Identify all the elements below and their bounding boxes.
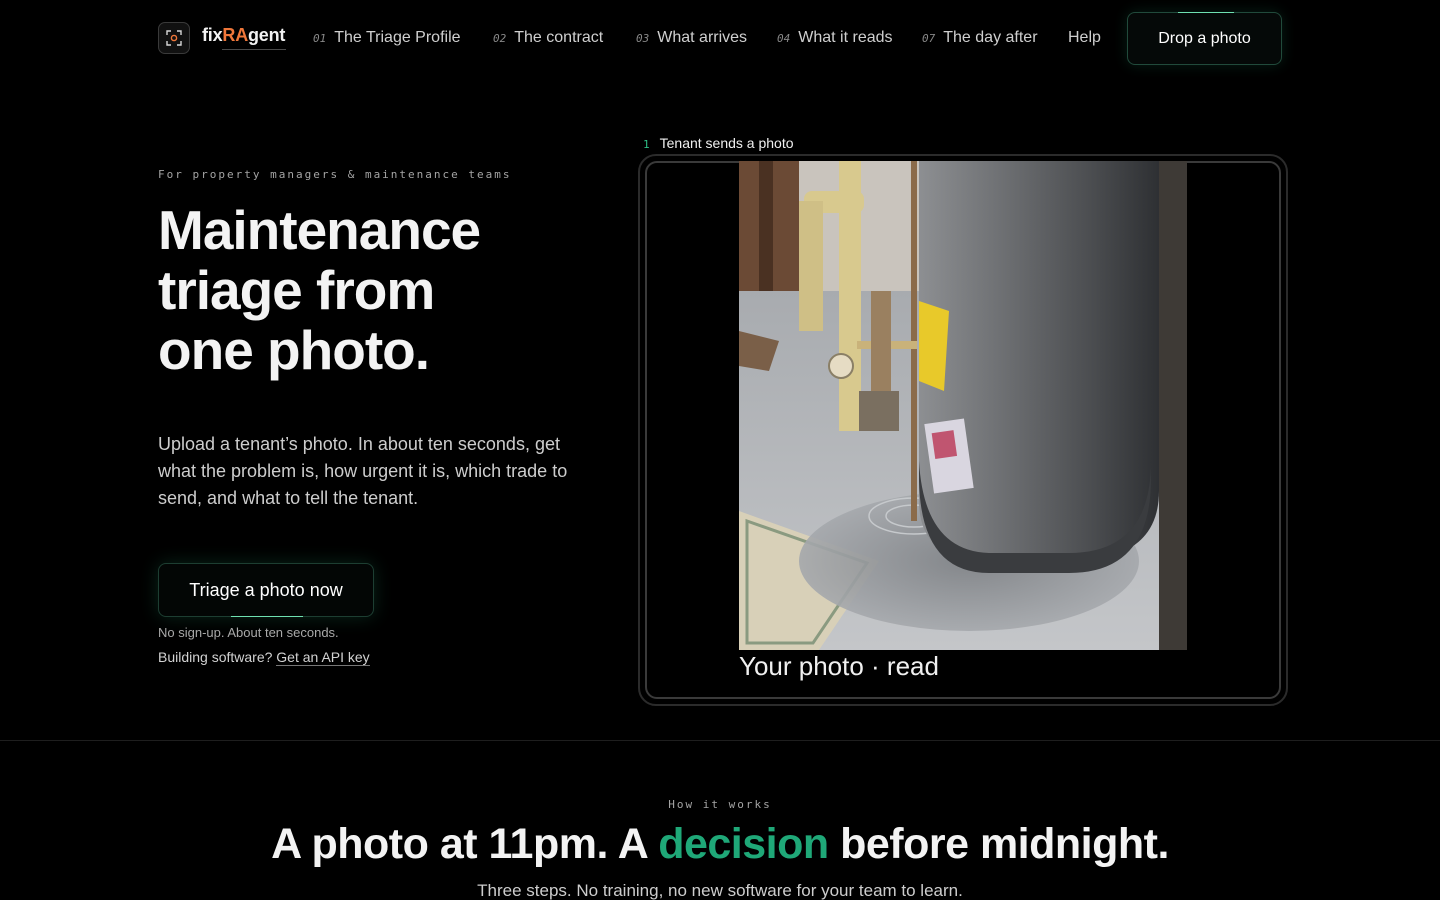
- photo-caption: Your photo · read: [739, 651, 939, 681]
- nav-link-contract[interactable]: 02 The contract: [493, 29, 603, 47]
- focus-scan-icon: [158, 22, 190, 54]
- nav-link-what-it-reads[interactable]: 04 What it reads: [777, 29, 893, 47]
- brand-logo[interactable]: fixRAgent: [158, 22, 286, 54]
- hero-headline: Maintenance triage from one photo.: [158, 199, 481, 381]
- top-nav: fixRAgent 01 The Triage Profile 02 The con…: [0, 0, 1440, 78]
- nav-link-help[interactable]: Help: [1068, 29, 1101, 47]
- signup-note: No sign-up. About ten seconds.: [158, 625, 339, 640]
- nav-link-what-arrives[interactable]: 03 What arrives: [636, 29, 747, 47]
- step-label: 1 Tenant sends a photo: [643, 135, 794, 151]
- nav-link-day-after[interactable]: 07 The day after: [922, 29, 1038, 47]
- hero-subcopy: Upload a tenant’s photo. In about ten se…: [158, 434, 568, 508]
- section-divider: [0, 740, 1440, 741]
- how-eyebrow: How it works: [668, 798, 772, 811]
- how-subtitle: Three steps. No training, no new softwar…: [477, 881, 963, 900]
- api-key-link[interactable]: Get an API key: [276, 649, 370, 666]
- nav-link-triage-profile[interactable]: 01 The Triage Profile: [313, 29, 461, 47]
- drop-photo-button[interactable]: Drop a photo: [1127, 12, 1282, 65]
- hero-eyebrow: For property managers & maintenance team…: [158, 168, 512, 181]
- triage-photo-button[interactable]: Triage a photo now: [158, 563, 374, 617]
- tenant-photo: [739, 161, 1187, 650]
- brand-wordmark: fixRAgent: [202, 25, 286, 50]
- api-line: Building software? Get an API key: [158, 649, 370, 666]
- how-title: A photo at 11pm. A decision before midni…: [271, 820, 1169, 868]
